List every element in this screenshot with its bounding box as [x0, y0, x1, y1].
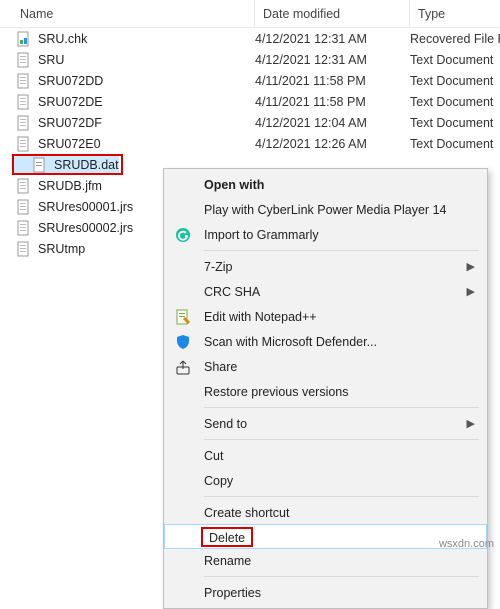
- file-type: Text Document: [410, 137, 500, 151]
- menu-rename[interactable]: Rename: [164, 548, 487, 573]
- column-header: Name Date modified Type: [0, 0, 500, 28]
- file-date: 4/12/2021 12:31 AM: [255, 32, 410, 46]
- menu-separator: [204, 250, 479, 251]
- shield-icon: [174, 333, 192, 351]
- header-date[interactable]: Date modified: [255, 0, 410, 27]
- file-item[interactable]: SRU072DE4/11/2021 11:58 PMText Document: [0, 91, 500, 112]
- file-icon: [16, 52, 34, 68]
- menu-restore[interactable]: Restore previous versions: [164, 379, 487, 404]
- file-icon: [16, 199, 34, 215]
- menu-separator: [204, 407, 479, 408]
- file-icon: [16, 220, 34, 236]
- file-icon: [16, 241, 34, 257]
- menu-cut[interactable]: Cut: [164, 443, 487, 468]
- menu-separator: [204, 576, 479, 577]
- file-icon: [16, 94, 34, 110]
- file-date: 4/11/2021 11:58 PM: [255, 95, 410, 109]
- chevron-right-icon: ▶: [467, 260, 475, 273]
- menu-7zip[interactable]: 7-Zip▶: [164, 254, 487, 279]
- file-icon: [32, 157, 50, 173]
- file-icon: [16, 178, 34, 194]
- file-date: 4/11/2021 11:58 PM: [255, 74, 410, 88]
- grammarly-icon: [174, 226, 192, 244]
- file-date: 4/12/2021 12:26 AM: [255, 137, 410, 151]
- file-type: Text Document: [410, 53, 500, 67]
- menu-cyberlink[interactable]: Play with CyberLink Power Media Player 1…: [164, 197, 487, 222]
- file-item-selected[interactable]: SRUDB.dat: [12, 154, 123, 175]
- file-icon: [16, 31, 34, 47]
- menu-create-shortcut[interactable]: Create shortcut: [164, 500, 487, 525]
- chevron-right-icon: ▶: [467, 285, 475, 298]
- menu-properties[interactable]: Properties: [164, 580, 487, 605]
- menu-open-with[interactable]: Open with: [164, 172, 487, 197]
- notepad-icon: [174, 308, 192, 326]
- file-item[interactable]: SRU072DF4/12/2021 12:04 AMText Document: [0, 112, 500, 133]
- header-name[interactable]: Name: [0, 0, 255, 27]
- file-name: SRU: [34, 53, 255, 67]
- menu-copy[interactable]: Copy: [164, 468, 487, 493]
- file-name: SRU072DE: [34, 95, 255, 109]
- file-type: Text Document: [410, 74, 500, 88]
- file-name: SRUDB.dat: [50, 158, 119, 172]
- watermark: wsxdn.com: [439, 538, 494, 550]
- menu-separator: [204, 496, 479, 497]
- menu-defender[interactable]: Scan with Microsoft Defender...: [164, 329, 487, 354]
- menu-notepad[interactable]: Edit with Notepad++: [164, 304, 487, 329]
- file-item[interactable]: SRU072E04/12/2021 12:26 AMText Document: [0, 133, 500, 154]
- file-name: SRU072E0: [34, 137, 255, 151]
- file-item[interactable]: SRU4/12/2021 12:31 AMText Document: [0, 49, 500, 70]
- file-item[interactable]: SRU072DD4/11/2021 11:58 PMText Document: [0, 70, 500, 91]
- file-item[interactable]: SRU.chk4/12/2021 12:31 AMRecovered File …: [0, 28, 500, 49]
- menu-share[interactable]: Share: [164, 354, 487, 379]
- file-name: SRU.chk: [34, 32, 255, 46]
- header-type[interactable]: Type: [410, 0, 500, 27]
- file-name: SRU072DD: [34, 74, 255, 88]
- file-date: 4/12/2021 12:31 AM: [255, 53, 410, 67]
- menu-separator: [204, 439, 479, 440]
- file-type: Text Document: [410, 95, 500, 109]
- file-icon: [16, 115, 34, 131]
- file-name: SRU072DF: [34, 116, 255, 130]
- chevron-right-icon: ▶: [467, 417, 475, 430]
- file-type: Text Document: [410, 116, 500, 130]
- share-icon: [174, 358, 192, 376]
- menu-crc-sha[interactable]: CRC SHA▶: [164, 279, 487, 304]
- file-icon: [16, 136, 34, 152]
- file-date: 4/12/2021 12:04 AM: [255, 116, 410, 130]
- menu-send-to[interactable]: Send to▶: [164, 411, 487, 436]
- file-icon: [16, 73, 34, 89]
- file-type: Recovered File Fr: [410, 32, 500, 46]
- menu-grammarly[interactable]: Import to Grammarly: [164, 222, 487, 247]
